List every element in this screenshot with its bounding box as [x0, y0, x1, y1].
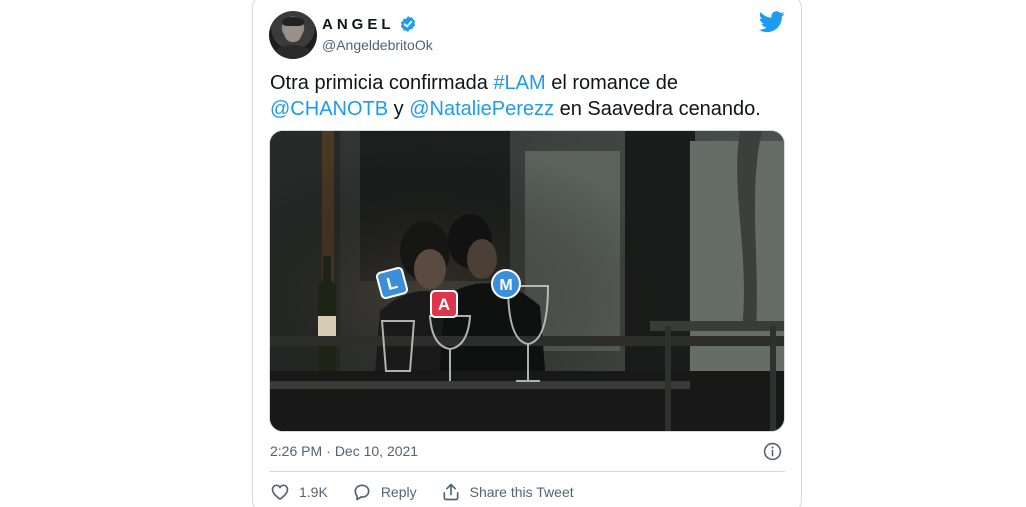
tweet-date[interactable]: Dec 10, 2021 — [335, 443, 418, 459]
speech-bubble-icon — [354, 484, 370, 501]
share-label: Share this Tweet — [469, 484, 574, 500]
action-divider — [269, 471, 785, 472]
verified-badge-icon — [400, 16, 415, 32]
author-avatar[interactable] — [269, 11, 317, 59]
reply-label: Reply — [380, 484, 417, 500]
author-name-row[interactable]: ANGEL — [322, 15, 417, 33]
tweet-text: Otra primicia confirmada #LAM el romance… — [270, 72, 761, 120]
author-handle[interactable]: @AngeldebritoOk — [322, 37, 433, 53]
twitter-bird-icon[interactable] — [759, 11, 785, 33]
like-button[interactable]: 1.9K — [270, 482, 328, 502]
svg-text:A: A — [438, 295, 450, 314]
svg-text:M: M — [499, 277, 512, 294]
timestamp-separator: · — [326, 443, 331, 459]
restaurant-night-photo: L A M — [270, 131, 784, 431]
share-button[interactable]: Share this Tweet — [441, 482, 574, 502]
tweet-actions: 1.9K Reply Share this Tweet — [270, 482, 598, 502]
tweet-timestamp[interactable]: 2:26 PM · Dec 10, 2021 — [270, 443, 418, 459]
mention-link-chanotb[interactable]: @CHANOTB — [270, 98, 388, 120]
mention-link-natalieperezz[interactable]: @NataliePerezz — [409, 98, 554, 120]
tweet-photo[interactable]: L A M — [269, 130, 785, 432]
info-icon[interactable] — [763, 442, 782, 461]
hashtag-link[interactable]: #LAM — [493, 72, 545, 94]
share-icon — [443, 483, 459, 501]
like-count: 1.9K — [299, 484, 328, 500]
reply-button[interactable]: Reply — [352, 482, 417, 502]
author-display-name[interactable]: ANGEL — [322, 16, 395, 33]
heart-icon — [271, 484, 289, 501]
tweet-time[interactable]: 2:26 PM — [270, 443, 322, 459]
